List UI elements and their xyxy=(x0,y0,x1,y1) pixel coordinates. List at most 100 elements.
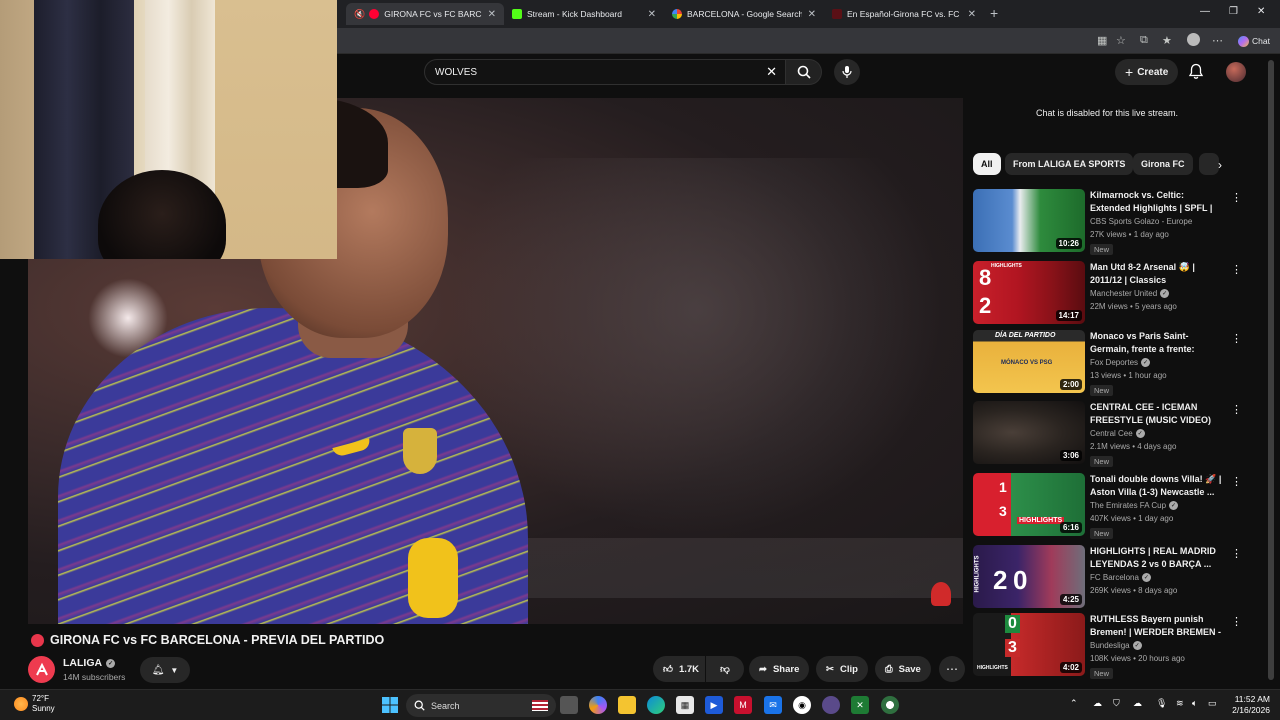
windows-start-icon[interactable] xyxy=(381,696,399,714)
favorites-icon[interactable]: ★ xyxy=(1162,34,1172,47)
recommendation-channel[interactable]: FC Barcelona ✓ xyxy=(1090,573,1151,582)
app-install-icon[interactable]: ▦ xyxy=(1097,34,1107,47)
more-vert-icon[interactable]: ⋮ xyxy=(1231,191,1242,204)
subscription-bell-button[interactable]: 🔔︎ ▼ xyxy=(140,657,190,683)
more-vert-icon[interactable]: ⋮ xyxy=(1231,547,1242,560)
tab-google-search[interactable]: BARCELONA - Google Search ✕ xyxy=(664,3,824,25)
video-thumbnail[interactable]: 3:06 xyxy=(973,401,1085,464)
more-vert-icon[interactable]: ⋮ xyxy=(1231,615,1242,628)
channel-name[interactable]: LALIGA ✓ xyxy=(63,657,116,669)
notifications-bell-icon[interactable] xyxy=(1188,63,1204,80)
search-button[interactable] xyxy=(786,59,822,85)
save-button[interactable]: ⎙ Save xyxy=(875,656,931,682)
restore-icon[interactable]: ❐ xyxy=(1229,6,1238,17)
close-tab-icon[interactable]: ✕ xyxy=(482,9,496,20)
app-icon[interactable]: ◉ xyxy=(793,696,811,714)
like-button[interactable]: 👍︎ 1.7K xyxy=(653,656,705,682)
video-thumbnail[interactable]: 10:26 xyxy=(973,189,1085,252)
battery-icon[interactable]: ▭ xyxy=(1208,698,1217,709)
clip-button[interactable]: ✂ Clip xyxy=(816,656,868,682)
taskbar-search[interactable]: Search xyxy=(406,694,556,717)
chip-all[interactable]: All xyxy=(973,153,1001,175)
recommendation-channel[interactable]: The Emirates FA Cup ✓ xyxy=(1090,501,1179,510)
recommendation-channel[interactable]: Bundesliga ✓ xyxy=(1090,641,1142,650)
chevron-right-icon[interactable]: › xyxy=(1218,158,1222,172)
recommendation-item[interactable]: DÍA DEL PARTIDO MÓNACO VS PSG 2:00 Monac… xyxy=(973,330,1243,396)
tab-kick-dashboard[interactable]: Stream - Kick Dashboard ✕ xyxy=(504,3,664,25)
close-tab-icon[interactable]: ✕ xyxy=(802,9,816,20)
recommendation-item[interactable]: 1 3 HIGHLIGHTS 6:16 Tonali double downs … xyxy=(973,473,1243,539)
more-actions-button[interactable]: ⋯ xyxy=(939,656,965,682)
recommendation-title[interactable]: Kilmarnock vs. Celtic: Extended Highligh… xyxy=(1090,189,1226,215)
extensions-icon[interactable]: ⧉ xyxy=(1140,34,1148,47)
file-explorer-icon[interactable] xyxy=(618,696,636,714)
create-button[interactable]: + Create xyxy=(1115,59,1179,85)
copilot-taskbar-icon[interactable] xyxy=(589,696,607,714)
recommendation-title[interactable]: Monaco vs Paris Saint-Germain, frente a … xyxy=(1090,330,1226,356)
microphone-tray-icon[interactable]: 🎙︎ xyxy=(1156,698,1167,709)
more-vert-icon[interactable]: ⋮ xyxy=(1231,475,1242,488)
chip-girona-fc[interactable]: Girona FC xyxy=(1133,153,1193,175)
account-avatar[interactable] xyxy=(1226,62,1246,82)
microsoft-store-icon[interactable]: ▦ xyxy=(676,696,694,714)
video-thumbnail[interactable]: 0 3 HIGHLIGHTS 4:02 xyxy=(973,613,1085,676)
chrome-profile-icon[interactable] xyxy=(822,696,840,714)
volume-icon[interactable]: 🔈︎ xyxy=(1192,698,1197,709)
favorite-star-icon[interactable]: ☆ xyxy=(1116,34,1126,47)
visual-studio-icon[interactable]: ▶ xyxy=(705,696,723,714)
chip-from-laliga[interactable]: From LALIGA EA SPORTS xyxy=(1005,153,1134,175)
defender-icon[interactable]: ⛉ xyxy=(1113,698,1120,709)
recommendation-title[interactable]: RUTHLESS Bayern punish Bremen! | WERDER … xyxy=(1090,613,1226,639)
copilot-chat-button[interactable]: Chat xyxy=(1232,32,1276,50)
mail-icon[interactable]: ✉ xyxy=(764,696,782,714)
onedrive-icon[interactable]: ☁ xyxy=(1093,698,1102,709)
share-button[interactable]: ➦ Share xyxy=(749,656,810,682)
close-tab-icon[interactable]: ✕ xyxy=(642,9,656,20)
recommendation-item[interactable]: 10:26 Kilmarnock vs. Celtic: Extended Hi… xyxy=(973,189,1243,255)
wifi-icon[interactable]: ≋ xyxy=(1176,698,1184,709)
clear-search-icon[interactable]: ✕ xyxy=(766,64,777,80)
recommendation-channel[interactable]: CBS Sports Golazo - Europe xyxy=(1090,217,1192,226)
video-thumbnail[interactable]: 1 3 HIGHLIGHTS 6:16 xyxy=(973,473,1085,536)
video-thumbnail[interactable]: DÍA DEL PARTIDO MÓNACO VS PSG 2:00 xyxy=(973,330,1085,393)
close-tab-icon[interactable]: ✕ xyxy=(962,9,976,20)
recommendation-title[interactable]: Man Utd 8-2 Arsenal 🤯 | 2011/12 | Classi… xyxy=(1090,261,1226,287)
new-tab-icon[interactable]: + xyxy=(990,5,998,21)
recommendation-title[interactable]: CENTRAL CEE - ICEMAN FREESTYLE (MUSIC VI… xyxy=(1090,401,1226,427)
weather-widget[interactable]: 72°F Sunny xyxy=(14,694,55,714)
xbox-icon[interactable]: ✕ xyxy=(851,696,869,714)
more-vert-icon[interactable]: ⋮ xyxy=(1231,332,1242,345)
recommendation-item[interactable]: 8 2 HIGHLIGHTS 14:17 Man Utd 8-2 Arsenal… xyxy=(973,261,1243,325)
channel-avatar[interactable] xyxy=(28,656,55,683)
mcafee-icon[interactable]: M xyxy=(734,696,752,714)
more-vert-icon[interactable]: ⋮ xyxy=(1231,263,1242,276)
task-view-icon[interactable] xyxy=(560,696,578,714)
dislike-button[interactable]: 👎︎ xyxy=(706,656,744,682)
video-thumbnail[interactable]: 8 2 HIGHLIGHTS 14:17 xyxy=(973,261,1085,324)
recommendation-channel[interactable]: Fox Deportes ✓ xyxy=(1090,358,1151,367)
recommendation-channel[interactable]: Central Cee ✓ xyxy=(1090,429,1145,438)
page-scrollbar[interactable] xyxy=(1268,60,1274,680)
chrome-icon[interactable] xyxy=(881,696,899,714)
edge-browser-icon[interactable] xyxy=(647,696,665,714)
window-close-icon[interactable]: ✕ xyxy=(1257,6,1265,17)
recommendation-item[interactable]: 3:06 CENTRAL CEE - ICEMAN FREESTYLE (MUS… xyxy=(973,401,1243,467)
tab-girona-barcelona[interactable]: 🔇 GIRONA FC vs FC BARCEL ✕ xyxy=(346,3,504,25)
recommendation-title[interactable]: HIGHLIGHTS | REAL MADRID LEYENDAS 2 vs 0… xyxy=(1090,545,1226,571)
recommendation-title[interactable]: Tonali double downs Villa! 🚀 | Aston Vil… xyxy=(1090,473,1226,499)
onedrive-business-icon[interactable]: ☁ xyxy=(1133,698,1142,709)
voice-search-button[interactable] xyxy=(834,59,860,85)
recommendation-item[interactable]: 0 3 HIGHLIGHTS 4:02 RUTHLESS Bayern puni… xyxy=(973,613,1243,679)
system-clock[interactable]: 11:52 AM 2/16/2026 xyxy=(1220,694,1270,716)
minimize-icon[interactable]: — xyxy=(1200,6,1210,17)
speaker-muted-icon[interactable]: 🔇 xyxy=(354,9,365,20)
video-thumbnail[interactable]: HIGHLIGHTS 2 0 4:25 xyxy=(973,545,1085,608)
recommendation-item[interactable]: HIGHLIGHTS 2 0 4:25 HIGHLIGHTS | REAL MA… xyxy=(973,545,1243,609)
search-input[interactable]: WOLVES ✕ xyxy=(424,59,786,85)
profile-avatar-icon[interactable] xyxy=(1187,33,1200,46)
chip-partial[interactable] xyxy=(1199,153,1219,175)
recommendation-channel[interactable]: Manchester United ✓ xyxy=(1090,289,1170,298)
menu-dots-icon[interactable]: ⋯ xyxy=(1212,34,1223,47)
more-vert-icon[interactable]: ⋮ xyxy=(1231,403,1242,416)
tab-en-espanol[interactable]: En Español-Girona FC vs. FC Barce ✕ xyxy=(824,3,984,25)
